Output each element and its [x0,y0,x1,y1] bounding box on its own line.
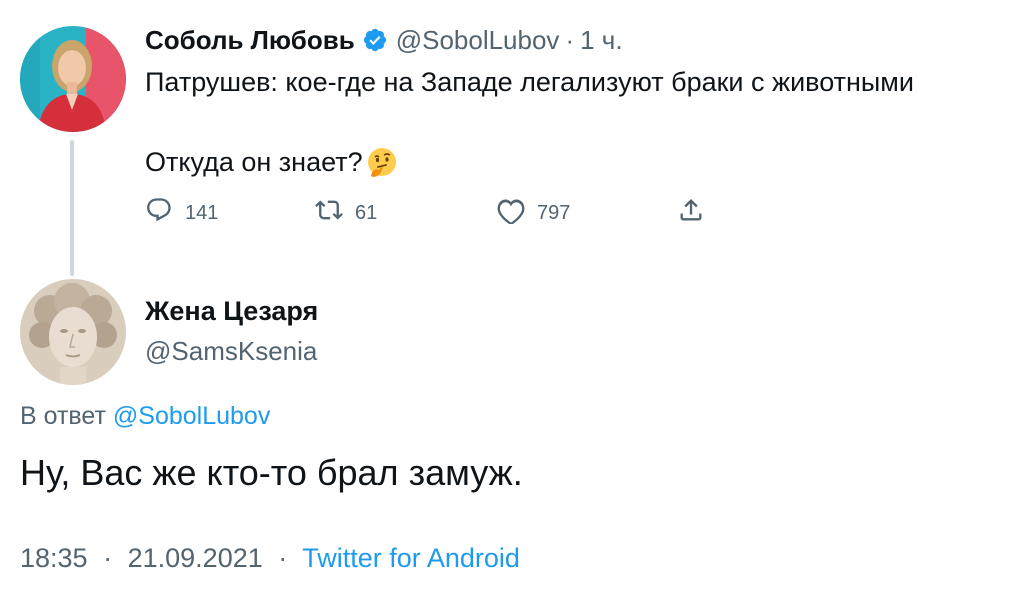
reply-button[interactable]: 141 [145,196,218,230]
meta-separator: · [103,543,113,573]
tweet-text-line-1: Патрушев: кое-где на Западе легализуют б… [145,67,914,97]
share-icon [677,196,717,230]
share-button[interactable] [677,196,717,230]
tweet-actions: 141 61 797 [145,196,725,230]
thread-line [70,140,74,276]
tweet-text-question: Откуда он знает? [145,146,363,177]
heart-icon [497,196,537,230]
reply-author-name[interactable]: Жена Цезаря [145,296,318,327]
reply-to-prefix: В ответ [20,402,106,430]
reply-text: Ну, Вас же кто-то брал замуж. [20,452,523,493]
reply-to-line: В ответ @SobolLubov [20,402,270,431]
avatar-soboll[interactable] [20,26,126,132]
retweet-count: 61 [355,201,378,224]
thinking-face-icon [366,146,398,178]
reply-to-mention[interactable]: @SobolLubov [113,402,270,430]
author-name[interactable]: Соболь Любовь [145,25,355,56]
header-separator: · [565,24,575,55]
avatar-image [20,26,126,132]
like-button[interactable]: 797 [497,196,570,230]
reply-icon [145,196,185,230]
reply-time[interactable]: 18:35 [20,543,88,573]
meta-separator: · [278,543,288,573]
tweet-text-line-2: Откуда он знает? [145,146,398,178]
reply-source[interactable]: Twitter for Android [302,543,520,573]
reply-date[interactable]: 21.09.2021 [128,543,263,573]
verified-badge-icon [362,27,388,53]
like-count: 797 [537,201,571,224]
avatar-samsksenia[interactable] [20,279,126,385]
avatar-image [20,279,126,385]
reply-count: 141 [185,201,219,224]
tweet-header: Соболь Любовь @SobolLubov · 1 ч. [145,22,623,58]
reply-meta: 18:35 · 21.09.2021 · Twitter for Android [20,543,520,574]
retweet-button[interactable]: 61 [315,196,377,230]
reply-author-handle[interactable]: @SamsKsenia [145,336,317,367]
retweet-icon [315,196,355,230]
tweet-time[interactable]: 1 ч. [580,25,622,56]
author-handle[interactable]: @SobolLubov [396,25,560,56]
